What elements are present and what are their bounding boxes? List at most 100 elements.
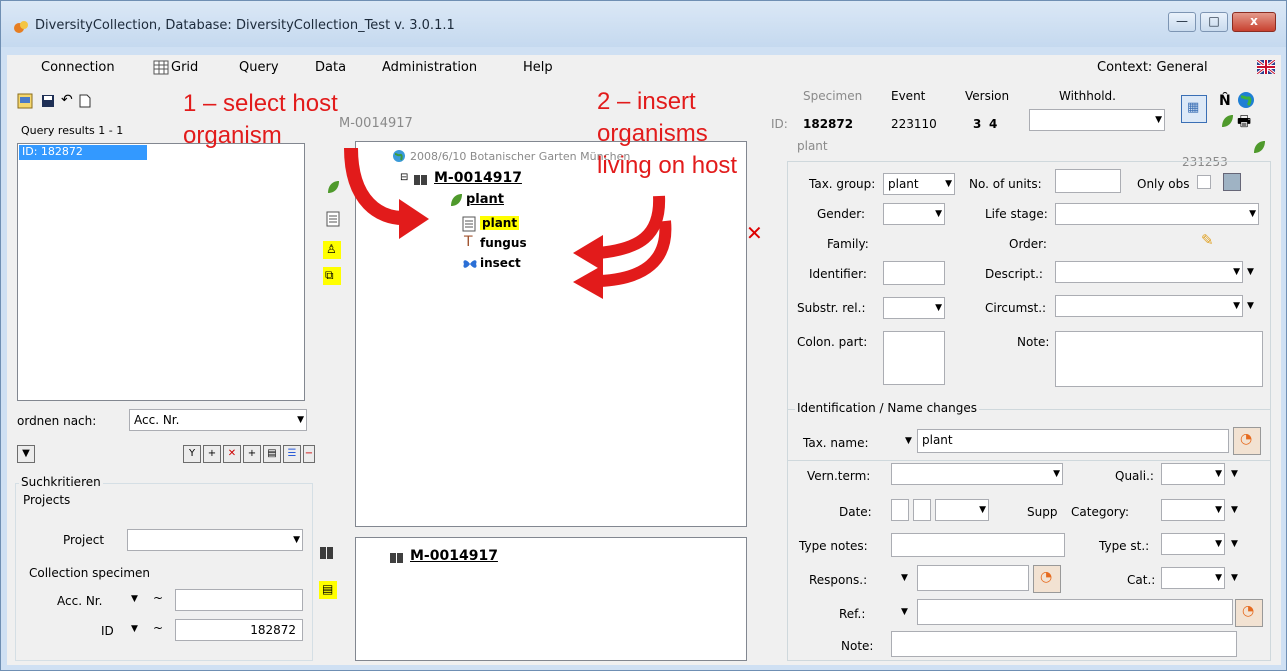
gender-select[interactable]: ▼ — [883, 203, 945, 225]
copy-list-icon[interactable]: ▤ — [263, 445, 281, 463]
menu-administration[interactable]: Administration — [382, 60, 477, 75]
withhold-select[interactable]: ▼ — [1029, 109, 1165, 131]
ref-dropdown-icon[interactable]: ▼ — [901, 607, 908, 617]
maximize-button[interactable]: □ — [1200, 12, 1228, 32]
acc-nr-input[interactable] — [175, 589, 303, 611]
globe-icon[interactable] — [1237, 91, 1255, 109]
query-results-list[interactable]: ID: 182872 — [17, 143, 305, 401]
app-window: DiversityCollection, Database: Diversity… — [0, 0, 1287, 671]
menu-data[interactable]: Data — [315, 60, 346, 75]
version-b: 4 — [989, 117, 998, 131]
collection-specimen-label: Collection specimen — [29, 566, 151, 580]
leaf-icon[interactable] — [325, 179, 341, 195]
id-input[interactable]: 182872 — [175, 619, 303, 641]
ref-lookup-button[interactable]: ◔ — [1235, 599, 1263, 627]
menu-help[interactable]: Help — [523, 60, 553, 75]
leaf-icon[interactable] — [1219, 113, 1235, 129]
id-operator-icon[interactable]: ▼ — [131, 624, 138, 634]
delete-icon[interactable]: ✕ — [746, 221, 763, 245]
event-id: 223110 — [891, 117, 937, 131]
lifestage-select[interactable]: ▼ — [1055, 203, 1259, 225]
typest-select[interactable]: ▼ — [1161, 533, 1225, 555]
category-dropdown-icon[interactable]: ▼ — [1231, 505, 1238, 515]
bottom-tree[interactable]: M-0014917 — [355, 537, 747, 661]
list-icon[interactable]: ☰ — [283, 445, 301, 463]
date-day-input[interactable] — [891, 499, 909, 521]
menu-connection[interactable]: Connection — [41, 60, 115, 75]
vernterm-select[interactable]: ▼ — [891, 463, 1063, 485]
agent-icon[interactable]: ♙ — [323, 241, 341, 259]
bottom-tree-root[interactable]: M-0014917 — [410, 548, 498, 564]
circumst-select[interactable]: ▼ — [1055, 295, 1243, 317]
result-item[interactable]: ID: 182872 — [19, 145, 147, 160]
tree-insect[interactable]: insect — [480, 256, 521, 270]
taxgroup-select[interactable]: plant ▼ — [883, 173, 955, 195]
cat-select[interactable]: ▼ — [1161, 567, 1225, 589]
filter-icon[interactable]: Y — [183, 445, 201, 463]
barcode-icon[interactable] — [320, 546, 334, 560]
identifier-input[interactable] — [883, 261, 945, 285]
add-to-list-icon[interactable]: + — [203, 445, 221, 463]
document-icon[interactable]: ▤ — [319, 581, 337, 599]
north-icon[interactable]: N̂ — [1219, 93, 1231, 109]
printer-icon[interactable]: 🖶 — [1237, 111, 1251, 136]
descript-dropdown-icon[interactable]: ▼ — [1247, 267, 1254, 277]
close-button[interactable]: x — [1232, 12, 1276, 32]
new-document-icon[interactable] — [79, 94, 91, 108]
tree-plant[interactable]: plant — [466, 192, 504, 207]
category-select[interactable]: ▼ — [1161, 499, 1225, 521]
menu-query[interactable]: Query — [239, 60, 279, 75]
remove-from-list-icon[interactable]: ✕ — [223, 445, 241, 463]
date-month-input[interactable] — [913, 499, 931, 521]
typenotes-input[interactable] — [891, 533, 1065, 557]
id-tilde: ~ — [153, 621, 164, 635]
menu-bar: Connection Grid Query Data Administratio… — [7, 55, 1281, 81]
quali-select[interactable]: ▼ — [1161, 463, 1225, 485]
uk-flag-icon[interactable] — [1257, 60, 1275, 74]
circumst-dropdown-icon[interactable]: ▼ — [1247, 301, 1254, 311]
remove-icon[interactable]: − — [303, 445, 315, 463]
quali-dropdown-icon[interactable]: ▼ — [1231, 469, 1238, 479]
image-icon[interactable] — [1223, 173, 1241, 191]
butterfly-icon — [463, 260, 477, 268]
undo-icon[interactable]: ↶ — [61, 92, 73, 108]
respons-dropdown-icon[interactable]: ▼ — [901, 573, 908, 583]
acc-nr-operator-icon[interactable]: ▼ — [131, 594, 138, 604]
tree-root[interactable]: M-0014917 — [434, 170, 522, 186]
descript-select[interactable]: ▼ — [1055, 261, 1243, 283]
no-units-input[interactable] — [1055, 169, 1121, 193]
only-obs-checkbox[interactable] — [1197, 175, 1211, 189]
specimen-barcode-icon — [390, 553, 403, 563]
save-icon[interactable] — [41, 94, 55, 108]
note-input[interactable] — [1055, 331, 1263, 387]
tree-plant-sub[interactable]: plant — [480, 216, 520, 230]
substr-select[interactable]: ▼ — [883, 297, 945, 319]
expand-query-button[interactable]: ▼ — [17, 445, 35, 463]
ref-input[interactable] — [917, 599, 1233, 625]
part-icon[interactable] — [325, 211, 341, 227]
project-select[interactable]: ▼ — [127, 529, 303, 551]
taxname-lookup-button[interactable]: ◔ — [1233, 427, 1261, 455]
date-year-input[interactable]: ▼ — [935, 499, 989, 521]
relation-icon[interactable]: ⧉ — [323, 267, 341, 285]
colon-part-input[interactable] — [883, 331, 945, 385]
add-all-icon[interactable]: + — [243, 445, 261, 463]
plant-leaf-icon — [451, 194, 462, 206]
respons-lookup-button[interactable]: ◔ — [1033, 565, 1061, 593]
minimize-button[interactable]: — — [1168, 12, 1196, 32]
calendar-button[interactable]: ▦ — [1181, 95, 1207, 123]
menu-grid[interactable]: Grid — [171, 60, 198, 75]
cat-dropdown-icon[interactable]: ▼ — [1231, 573, 1238, 583]
query-icon[interactable] — [17, 93, 33, 109]
order-by-select[interactable]: Acc. Nr. ▼ — [129, 409, 307, 431]
note2-input[interactable] — [891, 631, 1237, 657]
leaf-icon[interactable] — [1251, 139, 1267, 155]
taxname-dropdown-icon[interactable]: ▼ — [905, 436, 912, 446]
respons-input[interactable] — [917, 565, 1029, 591]
typest-dropdown-icon[interactable]: ▼ — [1231, 539, 1238, 549]
step1-line2: organism — [183, 122, 282, 149]
pencil-icon[interactable]: ✎ — [1201, 231, 1214, 249]
tree-fungus[interactable]: fungus — [480, 236, 527, 250]
taxname-input[interactable]: plant — [917, 429, 1229, 453]
event-header: Event — [891, 89, 926, 103]
